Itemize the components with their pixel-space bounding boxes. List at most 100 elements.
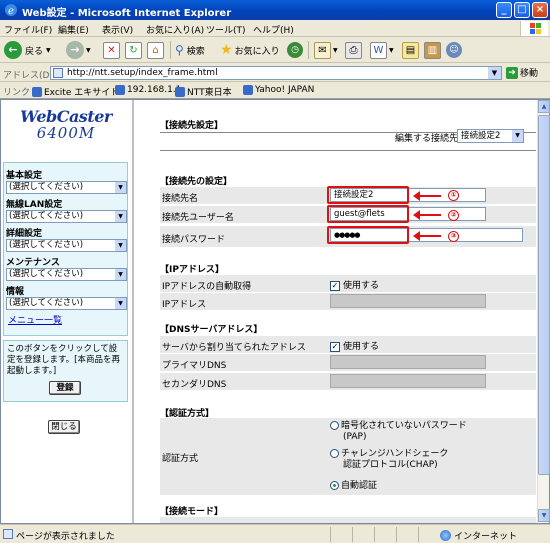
- menu-group-basic: 基本設定 (選択してください) ▼: [6, 168, 127, 194]
- close-button[interactable]: 閉じる: [48, 420, 80, 434]
- maintenance-select[interactable]: (選択してください) ▼: [6, 268, 127, 281]
- menu-help[interactable]: ヘルプ(H): [253, 23, 294, 36]
- scroll-down-icon[interactable]: ▼: [538, 509, 550, 522]
- favorites-button[interactable]: ★ お気に入り: [220, 40, 280, 60]
- ip-address-input[interactable]: [330, 294, 486, 308]
- link-yahoo[interactable]: Yahoo! JAPAN: [243, 85, 314, 95]
- radio-icon: [330, 421, 339, 430]
- wireless-settings-select[interactable]: (選択してください) ▼: [6, 210, 127, 223]
- stop-button[interactable]: ✕: [103, 40, 120, 60]
- auth-chap-radio[interactable]: チャレンジハンドシェーク 認証プロトコル(CHAP): [330, 449, 448, 471]
- messenger-button[interactable]: ☺: [446, 40, 462, 60]
- ip-auto-checkbox[interactable]: ✓ 使用する: [330, 278, 379, 291]
- auth-pap-radio[interactable]: 暗号化されていないパスワード (PAP): [330, 421, 467, 443]
- check-icon: ✓: [330, 280, 340, 291]
- chevron-down-icon: ▼: [86, 46, 91, 54]
- link-icon: [115, 85, 125, 95]
- book-icon: ▥: [424, 41, 441, 59]
- menu-list-link[interactable]: メニュー一覧: [8, 313, 62, 326]
- minimize-button[interactable]: _: [496, 2, 512, 18]
- highlight-box-1: [327, 186, 409, 204]
- menu-group-info: 情報 (選択してください) ▼: [6, 284, 127, 310]
- window-title: Web設定 - Microsoft Internet Explorer: [22, 8, 232, 19]
- scroll-up-icon[interactable]: ▲: [538, 100, 550, 113]
- go-button[interactable]: ➜ 移動: [506, 66, 538, 79]
- link-ntt[interactable]: NTT東日本: [175, 85, 232, 98]
- windows-logo-icon: [520, 21, 548, 36]
- radio-selected-icon: [330, 481, 339, 490]
- address-input[interactable]: http://ntt.setup/index_frame.html ▼: [50, 66, 502, 80]
- register-button[interactable]: 登録: [49, 381, 81, 395]
- marker-2: ②: [448, 210, 459, 221]
- address-label: アドレス(D): [3, 71, 53, 81]
- forward-arrow-icon: →: [66, 41, 84, 59]
- settings-menu: 基本設定 (選択してください) ▼ 無線LAN設定 (選択してください) ▼ 詳細設…: [3, 162, 128, 336]
- radio-icon: [330, 449, 339, 458]
- scroll-thumb[interactable]: [538, 115, 550, 475]
- maximize-button[interactable]: □: [514, 2, 530, 18]
- menu-file[interactable]: ファイル(F): [4, 23, 52, 36]
- marker-1: ①: [448, 190, 459, 201]
- ip-auto-row: IPアドレスの自動取得 ✓ 使用する: [160, 274, 536, 292]
- basic-settings-select[interactable]: (選択してください) ▼: [6, 181, 127, 194]
- menu-view[interactable]: 表示(V): [102, 23, 133, 36]
- back-button[interactable]: ← 戻る ▼: [4, 40, 51, 60]
- menu-group-maintenance: メンテナンス (選択してください) ▼: [6, 255, 127, 281]
- dns-auto-checkbox[interactable]: ✓ 使用する: [330, 339, 379, 352]
- history-button[interactable]: ◷: [287, 40, 303, 60]
- menu-favorites[interactable]: お気に入り(A): [146, 23, 204, 36]
- check-icon: ✓: [330, 341, 340, 352]
- print-button[interactable]: ⎙: [345, 40, 362, 60]
- info-select[interactable]: (選択してください) ▼: [6, 297, 127, 310]
- discuss-button[interactable]: ▤: [402, 40, 419, 60]
- globe-icon: [440, 530, 451, 541]
- secondary-dns-input[interactable]: [330, 374, 486, 388]
- primary-dns-input[interactable]: [330, 355, 486, 369]
- mail-icon: ✉: [314, 41, 331, 59]
- highlight-box-2: [327, 205, 409, 223]
- dns-auto-row: サーバから割り当てられたアドレス ✓ 使用する: [160, 335, 536, 353]
- mode-row: [160, 516, 536, 523]
- link-router[interactable]: 192.168.1.1: [115, 85, 181, 95]
- highlight-box-3: [327, 226, 409, 244]
- address-bar: アドレス(D) http://ntt.setup/index_frame.htm…: [0, 64, 550, 82]
- word-icon: W: [370, 41, 387, 59]
- auth-row: 認証方式 暗号化されていないパスワード (PAP) チャレンジハンドシェーク 認…: [160, 417, 536, 495]
- chevron-down-icon: ▼: [333, 46, 338, 54]
- chevron-down-icon: ▼: [115, 182, 126, 193]
- content-area: WebCaster 6400M 基本設定 (選択してください) ▼ 無線LAN設定…: [0, 99, 550, 524]
- forward-button[interactable]: → ▼: [66, 40, 91, 60]
- chevron-down-icon: ▼: [389, 46, 394, 54]
- register-note: このボタンをクリックして設定を登録します。[本商品を再起動します。] 登録: [3, 340, 128, 402]
- mail-button[interactable]: ✉ ▼: [314, 40, 338, 60]
- link-icon: [32, 86, 42, 97]
- printer-icon: ⎙: [345, 41, 362, 59]
- close-window-button[interactable]: ×: [532, 2, 548, 18]
- refresh-button[interactable]: ↻: [125, 40, 142, 60]
- messenger-icon: ☺: [446, 42, 462, 58]
- stop-icon: ✕: [103, 41, 120, 59]
- chevron-down-icon[interactable]: ▼: [488, 67, 501, 79]
- link-icon: [175, 86, 185, 97]
- edit-button[interactable]: W ▼: [370, 40, 394, 60]
- address-url: http://ntt.setup/index_frame.html: [67, 68, 218, 78]
- links-bar: リンク Excite エキサイト 192.168.1.1 NTT東日本 Yaho…: [0, 82, 550, 99]
- menu-group-wireless: 無線LAN設定 (選択してください) ▼: [6, 197, 127, 223]
- link-icon: [243, 85, 253, 95]
- edit-target-select[interactable]: 接続設定2 ▼: [457, 129, 524, 143]
- research-button[interactable]: ▥: [424, 40, 441, 60]
- home-button[interactable]: ⌂: [147, 40, 164, 60]
- search-button[interactable]: ⚲ 検索: [175, 40, 205, 60]
- chevron-down-icon: ▼: [115, 269, 126, 280]
- menu-tools[interactable]: ツール(T): [206, 23, 246, 36]
- auth-auto-radio[interactable]: 自動認証: [330, 478, 377, 491]
- chevron-down-icon: ▼: [512, 130, 523, 142]
- dns-section-heading: 【DNSサーバアドレス】: [160, 325, 263, 335]
- vertical-scrollbar[interactable]: ▲ ▼: [537, 100, 550, 523]
- home-icon: ⌂: [147, 41, 164, 59]
- advanced-settings-select[interactable]: (選択してください) ▼: [6, 239, 127, 252]
- menu-edit[interactable]: 編集(E): [58, 23, 89, 36]
- ie-icon: e: [5, 4, 17, 17]
- link-excite[interactable]: Excite エキサイト: [32, 85, 119, 98]
- title-bar: e Web設定 - Microsoft Internet Explorer _ …: [0, 0, 550, 20]
